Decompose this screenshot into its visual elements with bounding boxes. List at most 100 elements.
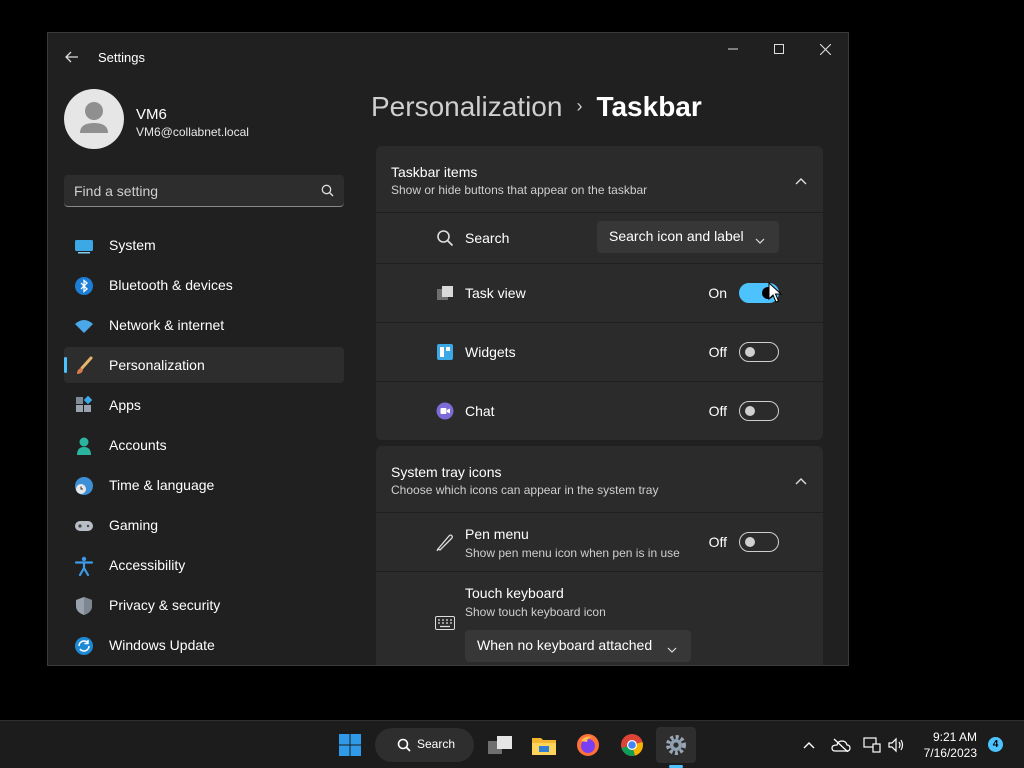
update-icon <box>74 636 94 656</box>
search-mode-dropdown[interactable]: Search icon and label <box>597 221 779 253</box>
toggle-state-label: On <box>708 285 727 301</box>
dropdown-value: Search icon and label <box>609 228 744 244</box>
chrome-button[interactable] <box>612 727 652 763</box>
sidebar-item-label: Accessibility <box>109 557 186 573</box>
shield-icon <box>74 596 94 616</box>
settings-search <box>64 175 344 207</box>
row-label: Search <box>465 230 510 246</box>
sidebar-item-apps[interactable]: Apps <box>64 387 344 423</box>
apps-icon <box>74 396 94 416</box>
sidebar-item-network[interactable]: Network & internet <box>64 307 344 343</box>
globe-clock-icon <box>74 476 94 496</box>
sidebar-item-system[interactable]: System <box>64 227 344 263</box>
chevron-up-icon[interactable] <box>795 172 807 190</box>
minimize-button[interactable] <box>710 33 756 65</box>
firefox-button[interactable] <box>568 727 608 763</box>
sidebar-item-label: Privacy & security <box>109 597 221 613</box>
close-icon <box>819 43 831 55</box>
row-label: Touch keyboard <box>465 585 564 601</box>
toggle-state-label: Off <box>708 344 727 360</box>
chevron-down-icon <box>755 231 765 247</box>
clock[interactable]: 9:21 AM 7/16/2023 <box>924 729 977 761</box>
back-button[interactable] <box>60 45 84 69</box>
sidebar-item-accessibility[interactable]: Accessibility <box>64 547 344 583</box>
maximize-button[interactable] <box>756 33 802 65</box>
mouse-cursor-icon <box>768 282 782 303</box>
folder-icon <box>532 738 556 755</box>
taskbar-search-label: Search <box>417 737 456 751</box>
search-input[interactable] <box>74 181 314 201</box>
settings-window: Settings VM6 VM6@collabnet.local System <box>47 32 849 666</box>
accessibility-icon <box>74 556 94 576</box>
search-setting-row: Search Search icon and label <box>376 213 823 264</box>
clock-time: 9:21 AM <box>932 730 977 744</box>
sidebar-item-label: Time & language <box>109 477 215 493</box>
person-icon <box>74 436 94 456</box>
chevron-down-icon <box>667 640 677 656</box>
clock-date: 7/16/2023 <box>923 746 977 760</box>
taskbar-search[interactable]: Search <box>375 728 474 762</box>
sidebar-item-bluetooth[interactable]: Bluetooth & devices <box>64 267 344 303</box>
touch-keyboard-dropdown[interactable]: When no keyboard attached <box>465 630 691 662</box>
breadcrumb-parent[interactable]: Personalization <box>371 91 562 122</box>
pen-menu-row: Pen menu Show pen menu icon when pen is … <box>376 513 823 572</box>
task-view-button[interactable] <box>480 727 520 763</box>
notification-badge[interactable]: 4 <box>988 737 1003 752</box>
row-description: Show pen menu icon when pen is in use <box>465 546 680 560</box>
taskbar-items-header[interactable]: Taskbar items Show or hide buttons that … <box>376 146 823 213</box>
windows-logo-icon <box>339 734 361 756</box>
close-button[interactable] <box>802 33 848 65</box>
search-icon <box>435 228 455 248</box>
page-title: Taskbar <box>596 91 702 122</box>
sidebar-item-privacy[interactable]: Privacy & security <box>64 587 344 623</box>
gamepad-icon <box>74 516 94 536</box>
system-tray-group: System tray icons Choose which icons can… <box>376 446 823 665</box>
toggle-state-label: Off <box>708 534 727 550</box>
person-avatar-icon <box>80 102 108 133</box>
maximize-icon <box>774 44 784 54</box>
minimize-icon <box>728 48 738 50</box>
sidebar-item-label: System <box>109 237 156 253</box>
arrow-left-icon <box>65 51 78 63</box>
widgets-row: Widgets Off <box>376 323 823 382</box>
title-bar: Settings <box>48 33 848 81</box>
dropdown-value: When no keyboard attached <box>477 637 653 653</box>
sidebar-nav: System Bluetooth & devices Network & int… <box>64 227 344 665</box>
toggle-knob <box>745 537 755 547</box>
chevron-up-icon[interactable] <box>795 472 807 490</box>
volume-icon[interactable] <box>886 735 906 755</box>
row-label: Widgets <box>465 344 516 360</box>
system-tray-header[interactable]: System tray icons Choose which icons can… <box>376 446 823 513</box>
pen-menu-toggle[interactable] <box>739 532 779 552</box>
settings-taskbar-button[interactable] <box>656 727 696 768</box>
chat-toggle[interactable] <box>739 401 779 421</box>
profile-email: VM6@collabnet.local <box>136 125 249 139</box>
onedrive-offline-icon[interactable] <box>831 735 851 755</box>
sidebar-item-gaming[interactable]: Gaming <box>64 507 344 543</box>
toggle-knob <box>745 347 755 357</box>
sidebar-item-personalization[interactable]: Personalization <box>64 347 344 383</box>
avatar <box>64 89 124 149</box>
sidebar-item-label: Bluetooth & devices <box>109 277 233 293</box>
keyboard-icon <box>435 613 455 633</box>
system-icon <box>74 236 94 256</box>
touch-keyboard-row: Touch keyboard Show touch keyboard icon … <box>376 572 823 665</box>
chevron-up-icon[interactable] <box>799 735 819 755</box>
search-icon <box>397 738 411 757</box>
search-icon[interactable] <box>321 184 334 202</box>
sidebar-item-accounts[interactable]: Accounts <box>64 427 344 463</box>
file-explorer-button[interactable] <box>524 727 564 763</box>
sidebar-item-time-language[interactable]: Time & language <box>64 467 344 503</box>
bluetooth-icon <box>74 276 94 296</box>
row-label: Task view <box>465 285 526 301</box>
settings-content: Taskbar items Show or hide buttons that … <box>376 146 823 665</box>
taskbar-items-group: Taskbar items Show or hide buttons that … <box>376 146 823 440</box>
start-button[interactable] <box>330 727 370 763</box>
toggle-knob <box>745 406 755 416</box>
network-icon[interactable] <box>862 735 882 755</box>
sidebar-item-label: Accounts <box>109 437 167 453</box>
sidebar-item-windows-update[interactable]: Windows Update <box>64 627 344 663</box>
task-view-icon <box>435 283 455 303</box>
widgets-toggle[interactable] <box>739 342 779 362</box>
group-title: System tray icons <box>391 464 502 480</box>
